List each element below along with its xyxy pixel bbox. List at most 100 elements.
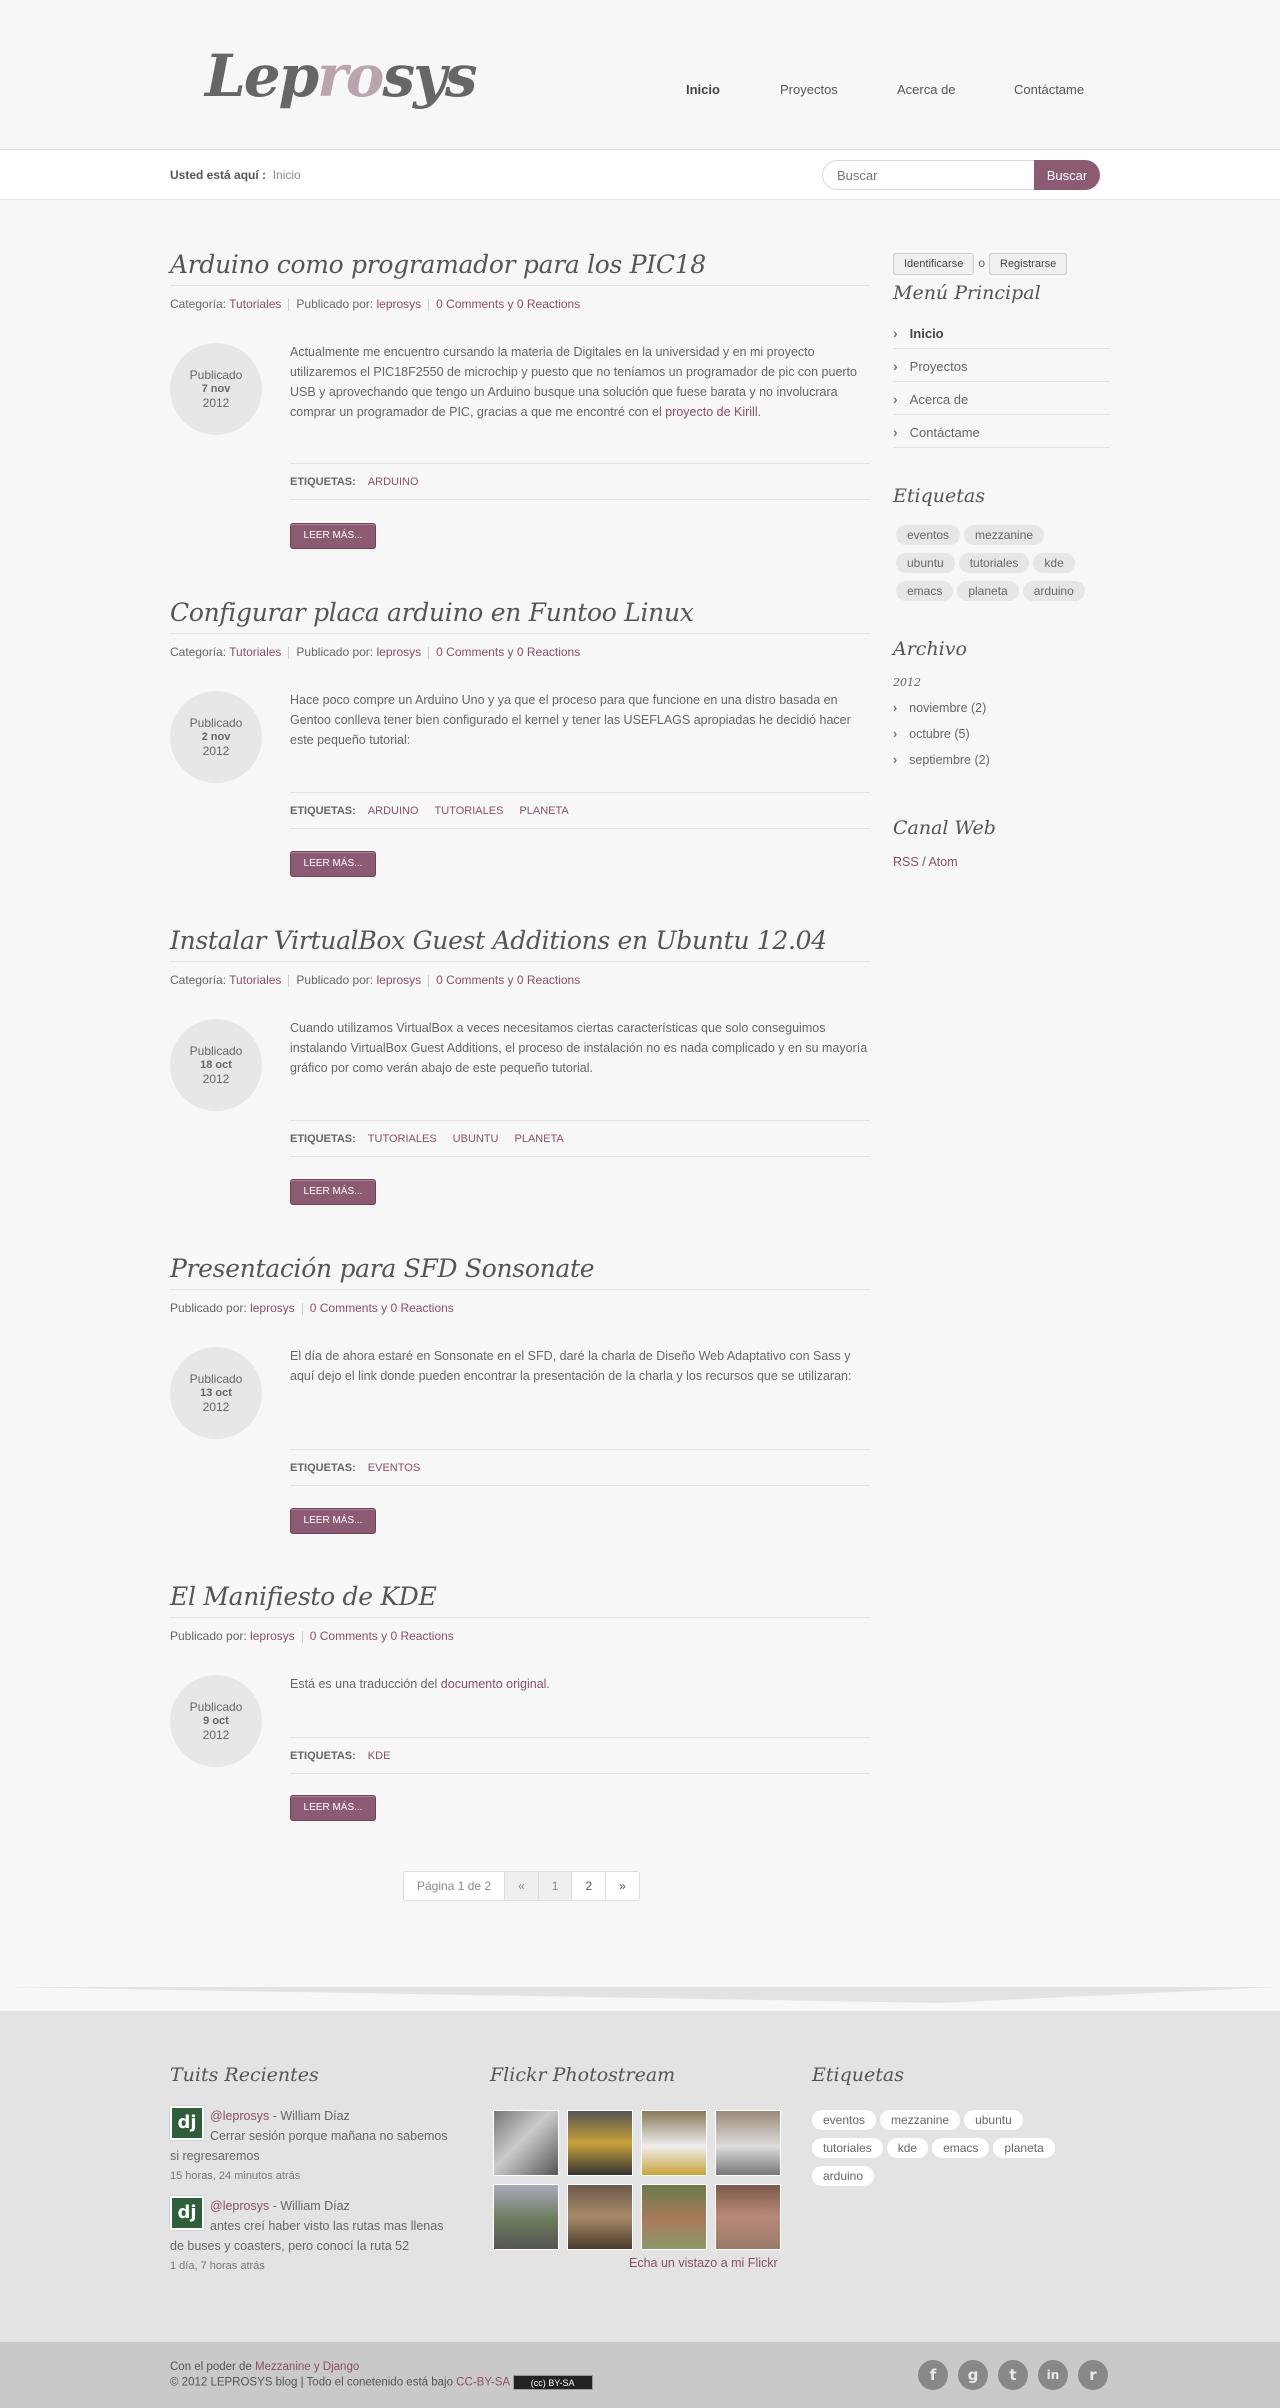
login-button[interactable]: Identificarse (893, 253, 975, 275)
tag-link[interactable]: kde (1033, 553, 1075, 573)
post-author-link[interactable]: leprosys (376, 297, 421, 311)
twitter-icon[interactable]: t (998, 2360, 1028, 2390)
tag-link[interactable]: arduino (812, 2166, 875, 2186)
sidebar-item-proyectos[interactable]: Proyectos (893, 349, 1110, 382)
search-button[interactable]: Buscar (1034, 160, 1100, 190)
read-more-button[interactable]: LEER MÁS... (290, 1795, 376, 1821)
google-icon[interactable]: g (958, 2360, 988, 2390)
post-author-link[interactable]: leprosys (376, 645, 421, 659)
footer-tweets: Tuits Recientes dj @leprosys - William D… (170, 2064, 460, 2276)
flickr-photo[interactable] (715, 2184, 781, 2250)
post-comments-link[interactable]: 0 Comments y 0 Reactions (436, 973, 580, 987)
nav-item-acerca[interactable]: Acerca de (897, 82, 956, 97)
post-tag[interactable]: ARDUINO (368, 805, 419, 817)
post-excerpt: Está es una traducción del documento ori… (290, 1677, 550, 1691)
tag-link[interactable]: emacs (896, 581, 954, 601)
cc-license-badge[interactable]: (cc) BY-SA (512, 2375, 593, 2390)
tag-link[interactable]: planeta (957, 581, 1019, 601)
post-excerpt: Hace poco compre un Arduino Uno y ya que… (290, 693, 851, 747)
post-title[interactable]: Arduino como programador para los PIC18 (170, 250, 870, 286)
excerpt-link[interactable]: proyecto de Kirill (665, 405, 757, 419)
tag-link[interactable]: planeta (993, 2138, 1055, 2158)
flickr-photo[interactable] (641, 2184, 707, 2250)
flickr-link[interactable]: Echa un vistazo a mi Flickr (629, 2256, 778, 2270)
tag-link[interactable]: ubuntu (896, 553, 955, 573)
archive-item[interactable]: octubre (5) (893, 727, 1110, 741)
post-author-link[interactable]: leprosys (376, 973, 421, 987)
sidebar-item-inicio[interactable]: Inicio (893, 316, 1110, 349)
post-author-link[interactable]: leprosys (250, 1301, 295, 1315)
post-tag[interactable]: TUTORIALES (368, 1133, 437, 1145)
excerpt-link[interactable]: documento original (441, 1677, 547, 1691)
post-category-link[interactable]: Tutoriales (229, 297, 281, 311)
post-title[interactable]: Instalar VirtualBox Guest Additions en U… (170, 926, 870, 962)
post-author-link[interactable]: leprosys (250, 1629, 295, 1643)
post-tag[interactable]: KDE (368, 1750, 391, 1762)
flickr-photo[interactable] (567, 2184, 633, 2250)
post-title[interactable]: El Manifiesto de KDE (170, 1582, 870, 1618)
flickr-photo[interactable] (715, 2110, 781, 2176)
pagination-next[interactable]: » (606, 1872, 639, 1900)
post-tag[interactable]: PLANETA (519, 805, 568, 817)
post-comments-link[interactable]: 0 Comments y 0 Reactions (310, 1301, 454, 1315)
read-more-button[interactable]: LEER MÁS... (290, 1508, 376, 1534)
tag-link[interactable]: eventos (896, 525, 961, 545)
post-category-link[interactable]: Tutoriales (229, 973, 281, 987)
tweet-handle-link[interactable]: @leprosys (210, 2199, 269, 2213)
site-logo[interactable]: Leprosys (205, 42, 478, 110)
post-tag[interactable]: TUTORIALES (435, 805, 504, 817)
sidebar-item-contactame[interactable]: Contáctame (893, 415, 1110, 448)
post-title[interactable]: Configurar placa arduino en Funtoo Linux (170, 598, 870, 634)
tag-link[interactable]: tutoriales (958, 553, 1030, 573)
post-comments-link[interactable]: 0 Comments y 0 Reactions (436, 297, 580, 311)
post-meta: Categoría: Tutoriales Publicado por: lepr… (170, 297, 581, 311)
register-button[interactable]: Registrarse (989, 253, 1068, 275)
read-more-button[interactable]: LEER MÁS... (290, 851, 376, 877)
post-comments-link[interactable]: 0 Comments y 0 Reactions (310, 1629, 454, 1643)
tag-link[interactable]: tutoriales (812, 2138, 883, 2158)
tag-link[interactable]: eventos (812, 2110, 877, 2130)
tweet-item: dj @leprosys - William Díaz antes creí h… (170, 2196, 460, 2276)
pagination-page-1[interactable]: 1 (538, 1872, 573, 1900)
search-input[interactable] (822, 160, 1038, 190)
post-category-link[interactable]: Tutoriales (229, 645, 281, 659)
pagination-prev[interactable]: « (505, 1872, 539, 1900)
read-more-button[interactable]: LEER MÁS... (290, 1179, 376, 1205)
rss-icon[interactable]: r (1078, 2360, 1108, 2390)
breadcrumb-label: Usted está aquí : (170, 168, 267, 182)
tag-link[interactable]: mezzanine (964, 525, 1045, 545)
mezzanine-link[interactable]: Mezzanine y Django (255, 2361, 359, 2373)
post-tag[interactable]: UBUNTU (453, 1133, 499, 1145)
nav-item-contactame[interactable]: Contáctame (1014, 82, 1084, 97)
tag-link[interactable]: ubuntu (964, 2110, 1023, 2130)
breadcrumb-current[interactable]: Inicio (273, 168, 301, 182)
archive-item[interactable]: noviembre (2) (893, 701, 1110, 715)
atom-link[interactable]: Atom (928, 855, 957, 869)
flickr-photo[interactable] (493, 2110, 559, 2176)
rss-link[interactable]: RSS (893, 855, 919, 869)
license-link[interactable]: CC-BY-SA (456, 2377, 509, 2389)
flickr-photo[interactable] (493, 2184, 559, 2250)
sidebar-tags: Etiquetas eventos mezzanine ubuntu tutoria… (893, 485, 1110, 609)
tag-link[interactable]: kde (886, 2138, 929, 2158)
post-tag[interactable]: ARDUINO (368, 476, 419, 488)
pagination-page-2[interactable]: 2 (572, 1872, 607, 1900)
tag-link[interactable]: emacs (932, 2138, 990, 2158)
flickr-photo[interactable] (567, 2110, 633, 2176)
linkedin-icon[interactable]: in (1038, 2360, 1068, 2390)
sidebar-item-acerca[interactable]: Acerca de (893, 382, 1110, 415)
tweet-handle-link[interactable]: @leprosys (210, 2109, 269, 2123)
tag-link[interactable]: arduino (1022, 581, 1085, 601)
post-tag[interactable]: PLANETA (515, 1133, 564, 1145)
nav-item-proyectos[interactable]: Proyectos (780, 82, 838, 97)
search-form: Buscar (822, 160, 1100, 190)
archive-item[interactable]: septiembre (2) (893, 753, 1110, 767)
flickr-photo[interactable] (641, 2110, 707, 2176)
post-title[interactable]: Presentación para SFD Sonsonate (170, 1254, 870, 1290)
post-tag[interactable]: EVENTOS (368, 1462, 420, 1474)
tag-link[interactable]: mezzanine (880, 2110, 961, 2130)
facebook-icon[interactable]: f (918, 2360, 948, 2390)
nav-item-inicio[interactable]: Inicio (686, 82, 720, 97)
read-more-button[interactable]: LEER MÁS... (290, 523, 376, 549)
post-comments-link[interactable]: 0 Comments y 0 Reactions (436, 645, 580, 659)
